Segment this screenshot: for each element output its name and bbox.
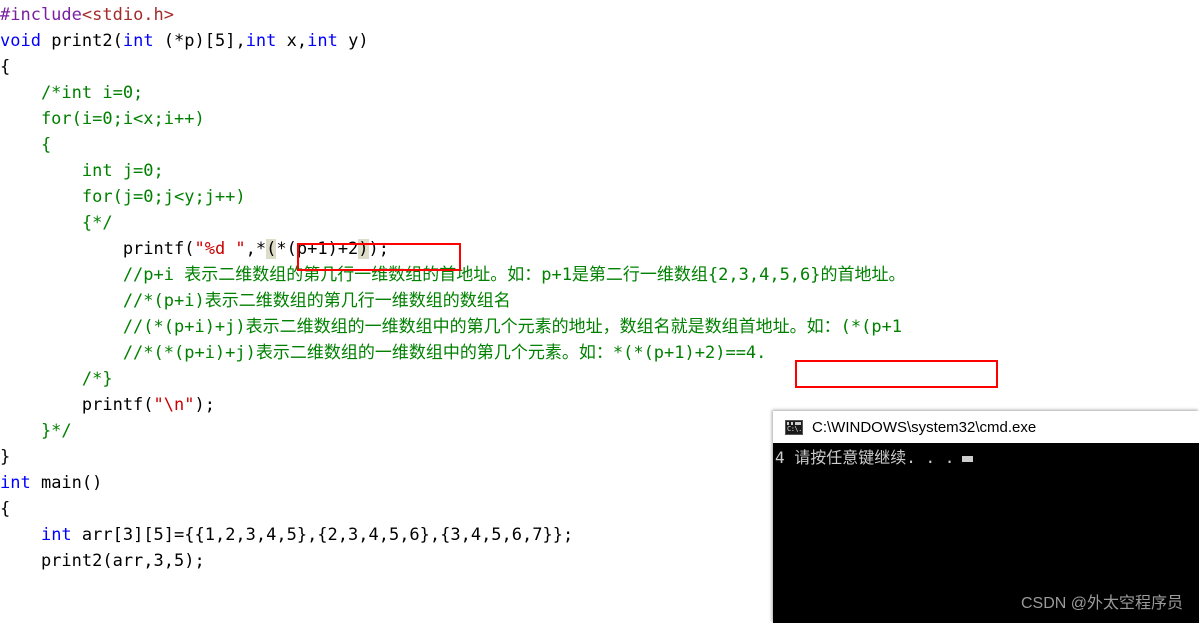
code-token: x, (276, 31, 308, 51)
code-token: //*(p+i)表示二维数组的第几行一维数组的数组名 (0, 291, 511, 311)
code-token: *(p+1)+2 (276, 239, 359, 259)
code-token: int (122, 31, 154, 51)
code-token: for(i=0;i<x;i++) (0, 109, 205, 129)
code-line: for(j=0;j<y;j++) (0, 184, 246, 210)
code-token: arr[3][5]={{1,2,3,4,5},{2,3,4,5,6},{3,4,… (71, 525, 574, 545)
code-token: <stdio.h> (81, 5, 175, 25)
code-token: * (255, 239, 267, 259)
code-token: int (307, 31, 338, 51)
console-output-text: 4 请按任意键继续. . . (775, 448, 955, 467)
code-token: main() (30, 473, 103, 493)
code-line: { (0, 496, 10, 522)
code-line: /*} (0, 366, 113, 392)
code-line: {*/ (0, 210, 113, 236)
code-line: int arr[3][5]={{1,2,3,4,5},{2,3,4,5,6},{… (0, 522, 573, 548)
code-line: //(*(p+i)+j)表示二维数组的一维数组中的第几个元素的地址，数组名就是数… (0, 314, 902, 340)
code-token: /*int i=0; (0, 83, 144, 103)
code-line: { (0, 54, 10, 80)
code-token: { (0, 135, 52, 155)
code-token: { (0, 499, 11, 519)
code-line: #include<stdio.h> (0, 2, 174, 28)
code-token: int (245, 31, 277, 51)
code-token: void (0, 31, 41, 51)
cmd-console-icon (785, 419, 803, 435)
code-line: printf("\n"); (0, 392, 215, 418)
code-line: } (0, 444, 10, 470)
console-cursor (962, 456, 974, 462)
code-token: y) (337, 31, 369, 51)
code-line: //*(p+i)表示二维数组的第几行一维数组的数组名 (0, 288, 511, 314)
code-token: /*} (0, 369, 113, 389)
code-token: } (0, 447, 11, 467)
code-token: //p+i 表示二维数组的第几行一维数组的首地址。如：p+1是第二行一维数组{2… (0, 265, 906, 285)
code-token: #include (0, 5, 82, 25)
code-line: { (0, 132, 51, 158)
comment-expression-highlight-box (795, 360, 998, 388)
code-token: "%d " (194, 239, 246, 259)
code-token: }*/ (0, 421, 72, 441)
code-line: /*int i=0; (0, 80, 143, 106)
code-line: for(i=0;i<x;i++) (0, 106, 205, 132)
code-token: //*(*(p+i)+j)表示二维数组的一维数组中的第几个元素。如：*(*(p+… (0, 343, 767, 363)
console-title-label: C:\WINDOWS\system32\cmd.exe (812, 418, 1037, 436)
code-token: ); (368, 239, 390, 259)
code-line: }*/ (0, 418, 72, 444)
code-token: "\n" (153, 395, 195, 415)
code-token: printf( (0, 239, 195, 259)
code-token: //(*(p+i)+j)表示二维数组的一维数组中的第几个元素的地址，数组名就是数… (0, 317, 903, 337)
code-token: print2(arr,3,5); (0, 551, 205, 571)
code-line: //p+i 表示二维数组的第几行一维数组的首地址。如：p+1是第二行一维数组{2… (0, 262, 906, 288)
code-token: int (0, 473, 31, 493)
cmd-console-window[interactable]: C:\WINDOWS\system32\cmd.exe 4 请按任意键继续. .… (773, 411, 1199, 623)
code-line: int j=0; (0, 158, 164, 184)
code-token: { (0, 57, 11, 77)
code-token: ) (358, 239, 369, 259)
code-token: {*/ (0, 213, 113, 233)
code-token: print2( (40, 31, 123, 51)
code-token: for(j=0;j<y;j++) (0, 187, 246, 207)
code-token: ( (266, 239, 277, 259)
code-token: int (40, 525, 72, 545)
code-token: int j=0; (0, 161, 164, 181)
code-line: print2(arr,3,5); (0, 548, 205, 574)
console-title-bar[interactable]: C:\WINDOWS\system32\cmd.exe (773, 411, 1199, 443)
code-token: printf( (0, 395, 154, 415)
code-line: printf("%d ",*(*(p+1)+2)); (0, 236, 389, 262)
csdn-watermark: CSDN @外太空程序员 (1020, 595, 1183, 612)
code-line: void print2(int (*p)[5],int x,int y) (0, 28, 369, 54)
code-token: ); (194, 395, 215, 415)
code-token: , (245, 239, 256, 259)
code-line: //*(*(p+i)+j)表示二维数组的一维数组中的第几个元素。如：*(*(p+… (0, 340, 767, 366)
console-output-area[interactable]: 4 请按任意键继续. . . CSDN @外太空程序员 (773, 443, 1199, 623)
code-line: int main() (0, 470, 102, 496)
code-token: (*p)[5], (153, 31, 246, 51)
